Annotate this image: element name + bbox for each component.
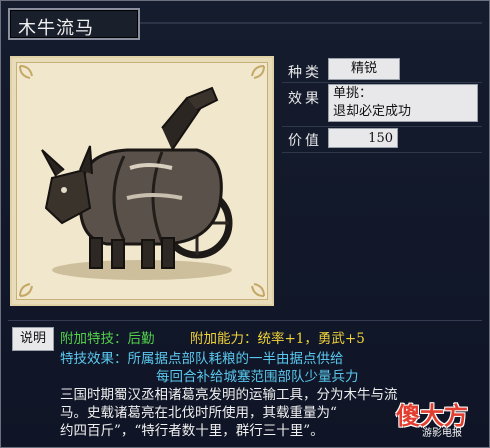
- effect-label: 效果: [288, 91, 322, 107]
- item-illustration: [10, 56, 274, 306]
- info-divider: [282, 82, 482, 83]
- title-box: 木牛流马: [8, 8, 140, 40]
- skill-title: 附加特技：后勤: [60, 331, 155, 347]
- watermark: 傻大方 游影电报: [392, 396, 486, 442]
- skill-effect-line-1: 特技效果：所属据点部队耗粮的一半由据点供给: [60, 351, 344, 367]
- wooden-ox-cart-image: [19, 65, 265, 297]
- type-value: 精锐: [328, 58, 400, 80]
- info-divider: [282, 126, 482, 127]
- description-label: 说明: [12, 327, 54, 351]
- item-title: 木牛流马: [18, 18, 94, 39]
- description-text-2: 马。史载诸葛亮在北伐时所使用，其载重量为“: [60, 405, 337, 421]
- skill-effect-line-2: 每回合补给城塞范围部队少量兵力: [156, 369, 359, 385]
- type-label: 种类: [288, 65, 322, 81]
- title-divider: [140, 22, 482, 24]
- description-text-3: 约四百斤”，“特行者数十里，群行三十里”。: [60, 423, 324, 439]
- info-divider: [282, 152, 482, 153]
- effect-line: 退却必定成功: [333, 104, 412, 119]
- effect-line: 单挑：: [333, 86, 373, 101]
- description-text-1: 三国时期蜀汉丞相诸葛亮发明的运输工具，分为木牛与流: [60, 387, 398, 403]
- price-value: 150: [328, 128, 398, 148]
- watermark-caption: 游影电报: [422, 428, 462, 439]
- ability-title: 附加能力：统率+1，勇武+5: [190, 331, 365, 347]
- price-label: 价值: [288, 133, 322, 149]
- effect-box: 单挑： 退却必定成功: [328, 84, 478, 122]
